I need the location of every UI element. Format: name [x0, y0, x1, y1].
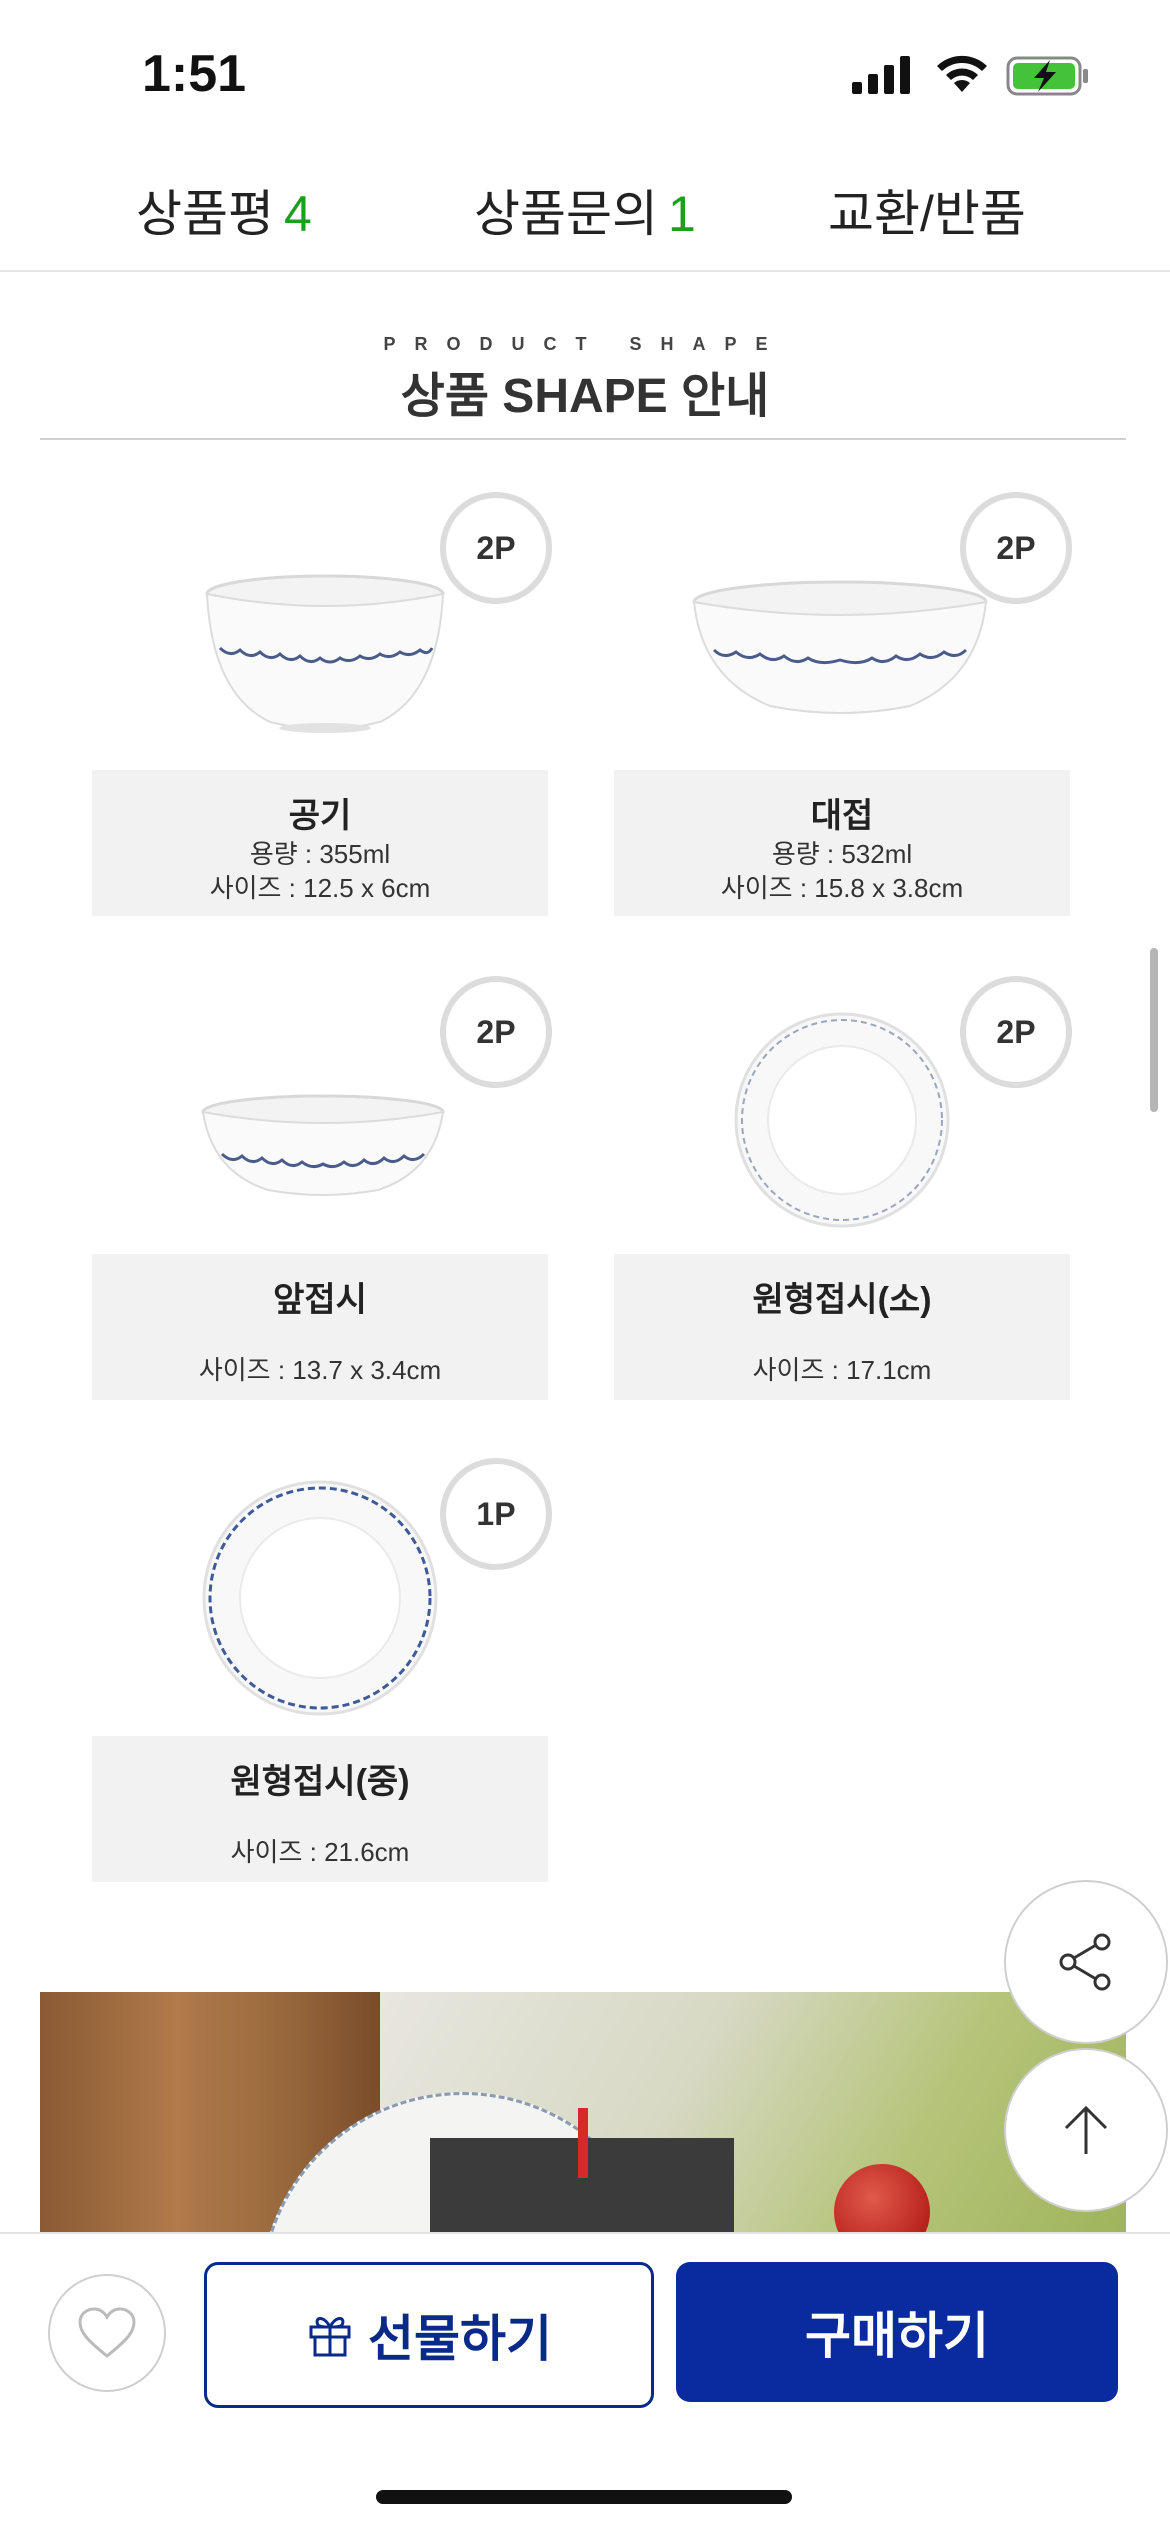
product-name: 공기 [288, 797, 352, 835]
bottom-action-bar: 선물하기 구매하기 [0, 2232, 1170, 2534]
side-plate-bowl-image [201, 1094, 445, 1196]
cellular-signal-icon [852, 56, 910, 94]
gift-button-label: 선물하기 [368, 2311, 552, 2367]
quantity-badge: 1P [440, 1458, 552, 1570]
tab-inquiries-count: 1 [668, 186, 696, 242]
tab-inquiries-label: 상품문의 [474, 186, 658, 242]
product-info: 공기 용량 : 355ml 사이즈 : 12.5 x 6cm [92, 770, 548, 916]
status-bar: 1:51 [0, 0, 1170, 150]
gift-icon [309, 2317, 351, 2357]
photo-red-accent [578, 2108, 588, 2178]
product-name: 원형접시(중) [230, 1763, 410, 1801]
product-info: 원형접시(소) 사이즈 : 17.1cm [614, 1254, 1070, 1400]
product-name: 원형접시(소) [752, 1281, 932, 1319]
gift-button[interactable]: 선물하기 [204, 2262, 654, 2408]
scroll-to-top-button[interactable] [1004, 2048, 1168, 2212]
battery-charging-icon [1006, 56, 1088, 96]
product-size: 사이즈 : 13.7 x 3.4cm [198, 1355, 442, 1385]
product-name: 앞접시 [273, 1281, 367, 1319]
buy-button[interactable]: 구매하기 [676, 2262, 1118, 2402]
status-time: 1:51 [142, 45, 247, 103]
product-capacity: 용량 : 355ml [249, 839, 391, 869]
tab-inquiries[interactable]: 상품문의 1 [474, 174, 696, 246]
product-size: 사이즈 : 17.1cm [752, 1355, 932, 1385]
section-eyebrow: PRODUCT SHAPE [383, 334, 787, 354]
tab-exchange-return[interactable]: 교환/반품 [828, 174, 1026, 246]
quantity-badge: 2P [960, 492, 1072, 604]
tab-exchange-return-label: 교환/반품 [828, 186, 1026, 242]
product-capacity: 용량 : 532ml [771, 839, 913, 869]
wishlist-button[interactable] [48, 2274, 166, 2392]
quantity-badge: 2P [440, 976, 552, 1088]
share-button[interactable] [1004, 1880, 1168, 2044]
product-size: 사이즈 : 12.5 x 6cm [209, 873, 431, 903]
share-icon [1059, 1933, 1111, 1991]
lifestyle-photo [40, 1992, 1126, 2232]
quantity-badge: 2P [440, 492, 552, 604]
home-indicator[interactable] [376, 2490, 792, 2504]
product-info: 원형접시(중) 사이즈 : 21.6cm [92, 1736, 548, 1882]
product-size: 사이즈 : 15.8 x 3.8cm [720, 873, 964, 903]
product-info: 대접 용량 : 532ml 사이즈 : 15.8 x 3.8cm [614, 770, 1070, 916]
quantity-badge: 2P [960, 976, 1072, 1088]
section-divider [40, 438, 1126, 440]
arrow-up-icon [1064, 2105, 1108, 2154]
buy-button-label: 구매하기 [805, 2308, 989, 2364]
small-round-plate-image [734, 1012, 950, 1228]
wifi-icon [937, 55, 987, 92]
scrollbar[interactable] [1150, 948, 1158, 1112]
product-info: 앞접시 사이즈 : 13.7 x 3.4cm [92, 1254, 548, 1400]
medium-round-plate-image [202, 1480, 438, 1716]
detail-tabs: 상품평 4 상품문의 1 교환/반품 [0, 150, 1170, 272]
tab-reviews-count: 4 [284, 186, 312, 242]
heart-icon [78, 2307, 136, 2358]
tab-reviews-label: 상품평 [136, 186, 274, 242]
product-name: 대접 [810, 797, 874, 835]
tab-reviews[interactable]: 상품평 4 [136, 174, 312, 246]
product-size: 사이즈 : 21.6cm [230, 1837, 410, 1867]
rice-bowl-image [205, 574, 445, 733]
large-bowl-image [692, 580, 988, 714]
section-title: 상품 SHAPE 안내 [400, 370, 770, 423]
